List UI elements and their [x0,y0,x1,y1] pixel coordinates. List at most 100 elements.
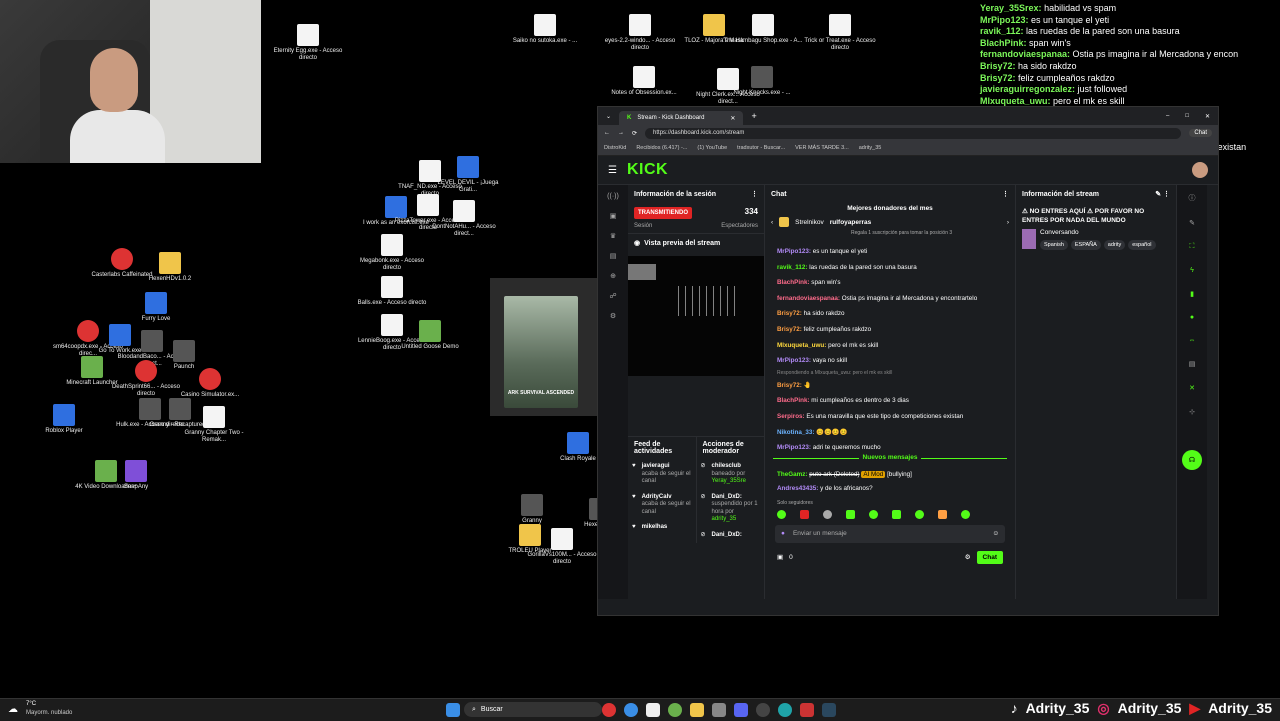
mod-target-user[interactable]: Dani_DxD: [712,494,760,502]
community-icon[interactable]: ☍ [609,292,616,300]
emote-icon[interactable] [800,509,809,519]
desktop-icon[interactable]: Trick or Treat.exe - Acceso directo [800,14,880,52]
file-icon[interactable] [646,703,660,717]
chat-input[interactable]: ● Enviar un mensaje ☺ [775,524,1005,543]
mic-icon[interactable]: ● [781,530,785,537]
stream-preview[interactable] [628,256,764,376]
reload-icon[interactable]: ⟳ [632,130,637,137]
chrome-icon[interactable] [624,703,638,717]
kick-logo[interactable]: KICK [627,161,668,179]
desktop-icon[interactable]: LEVEL DEVIL - ¡Juega Grati... [428,156,508,194]
mod-by-user[interactable]: Yeray_35Sre [712,478,746,486]
desktop-icon[interactable]: Notes of Obsession.ex... [604,66,684,97]
broadcast-icon[interactable]: ((·)) [607,193,619,200]
chat-user[interactable]: BlachPink: [777,279,811,286]
weather-icon[interactable]: ☁ [8,704,18,715]
desktop-icon[interactable]: Untitled Goose Demo [390,320,470,351]
desktop-icon[interactable]: The Hambagu Shop.exe - A... [723,14,803,45]
emote-icon[interactable] [869,509,878,519]
feed-user[interactable]: mikelhas [642,524,668,532]
tab-list-icon[interactable]: ⌄ [598,113,619,120]
settings-icon[interactable]: ⚙ [610,312,616,320]
dashboard-icon[interactable]: ▣ [610,212,617,220]
app-icon[interactable] [712,703,726,717]
minimize-button[interactable]: – [1158,113,1177,119]
desktop-icon[interactable]: Casino Simulator.ex... [170,368,250,399]
bookmark-item[interactable]: Recibidos (6.417) -... [636,145,687,151]
bookmark-item[interactable]: adrity_35 [859,145,882,151]
chat-send-button[interactable]: Chat [976,550,1003,564]
chat-user[interactable]: Brisy72: [777,310,804,317]
emote-icon[interactable] [823,509,832,519]
chat-user[interactable]: MrPipo123: [777,444,813,451]
stream-tag[interactable]: español [1128,240,1156,250]
chat-user[interactable]: Serpiros: [777,413,806,420]
chat-user[interactable]: TheGamz: [777,471,807,478]
chat-shortcut-button[interactable]: Chat [1189,129,1212,137]
maximize-button[interactable]: □ [1177,113,1197,119]
chat-user[interactable]: BlachPink: [777,397,811,404]
desktop-icon[interactable]: DontNotAHu... - Acceso direct... [424,200,504,238]
desktop-icon[interactable]: GorillaVs100M... - Acceso directo [522,528,602,566]
bookmark-item[interactable]: (1) YouTube [697,145,727,151]
desktop-icon[interactable]: HexenHDv1.0.2 [130,252,210,283]
donors-next-icon[interactable]: › [1007,219,1009,226]
emote-icon[interactable] [846,509,855,519]
xbox-icon[interactable] [668,703,682,717]
bolt-icon[interactable]: ϟ [1190,267,1194,274]
chat-more-icon[interactable]: ⋮ [1002,190,1009,198]
desktop-icon[interactable]: eyes-2.2-windo... - Acceso directo [600,14,680,52]
stream-tag[interactable]: ESPAÑA [1070,240,1101,250]
feed-user[interactable]: AdrityCalv [642,494,692,502]
desktop-icon[interactable]: Balls.exe - Acceso directo [352,276,432,307]
close-window-button[interactable]: ✕ [1197,113,1218,120]
store-icon[interactable]: ▤ [610,252,617,260]
chat-user[interactable]: fernandoviaespanaa: [777,295,842,302]
edge-icon[interactable] [778,703,792,717]
info-icon[interactable]: ⓘ [1189,193,1196,203]
mod-target-user[interactable]: chilesclub [712,463,746,471]
help-button[interactable]: ☊ [1182,450,1202,470]
tools-icon[interactable]: ✕ [1189,384,1195,392]
chat-user[interactable]: Nikotina_33: [777,429,816,436]
session-more-icon[interactable]: ⋮ [751,190,758,198]
trash-icon[interactable]: ▮ [1190,290,1194,298]
desktop-icon[interactable]: Eternity Egg.exe - Acceso directo [268,24,348,62]
user-avatar[interactable] [1192,162,1208,178]
explorer-icon[interactable] [690,703,704,717]
url-field[interactable]: https://dashboard.kick.com/stream [645,127,1182,139]
target-icon[interactable]: ⊕ [610,272,616,280]
bookmark-item[interactable]: VER MÁS TARDE 3... [795,145,849,151]
desktop-icon[interactable]: Roblox Player [24,404,104,435]
desktop-icon[interactable]: SnapAny [96,460,176,491]
chat-user[interactable]: MrPipo123: [777,357,813,364]
emote-icon[interactable] [961,509,970,519]
chat-user[interactable]: MrPipo123: [777,248,813,255]
emote-icon[interactable] [938,509,947,519]
mod-by-user[interactable]: adrity_35 [712,516,760,524]
desktop-icon[interactable]: Granny Chapter Two - Remak... [174,406,254,444]
desktop-icon[interactable]: Megabonk.exe - Acceso directo [352,234,432,272]
ark-thumbnail[interactable]: ARK SURVIVAL ASCENDED [490,278,600,416]
mod-target-user[interactable]: Dani_DxD: [712,532,742,540]
emoji-icon[interactable]: ☺ [992,530,999,537]
printer-icon[interactable]: ▤ [1189,360,1196,368]
pen-icon[interactable]: ✎ [1189,219,1195,227]
trophy-icon[interactable]: ♛ [610,232,616,240]
steam-icon[interactable] [822,703,836,717]
feed-user[interactable]: javieragui [642,463,692,471]
chat-user[interactable]: Brisy72: [777,326,804,333]
chat-user[interactable]: Andres43435: [777,485,818,492]
share-icon[interactable]: ⊹ [1189,408,1195,416]
emote-icon[interactable] [777,509,786,519]
forward-icon[interactable]: → [618,130,624,136]
emote-icon[interactable] [892,509,901,519]
emote-icon[interactable] [915,509,924,519]
tab-kick-dashboard[interactable]: K Stream - Kick Dashboard ✕ [619,111,744,125]
desktop-icon[interactable]: Saiko no sutoka.exe - ... [505,14,585,45]
raid-icon[interactable]: ⇔ [1189,337,1196,344]
taskbar-search[interactable]: ⌕ Buscar [464,702,602,717]
desktop-icon[interactable]: Paunch [144,340,224,371]
chat-settings-icon[interactable]: ⚙ [965,553,971,561]
bookmark-item[interactable]: DistroKid [604,145,626,151]
